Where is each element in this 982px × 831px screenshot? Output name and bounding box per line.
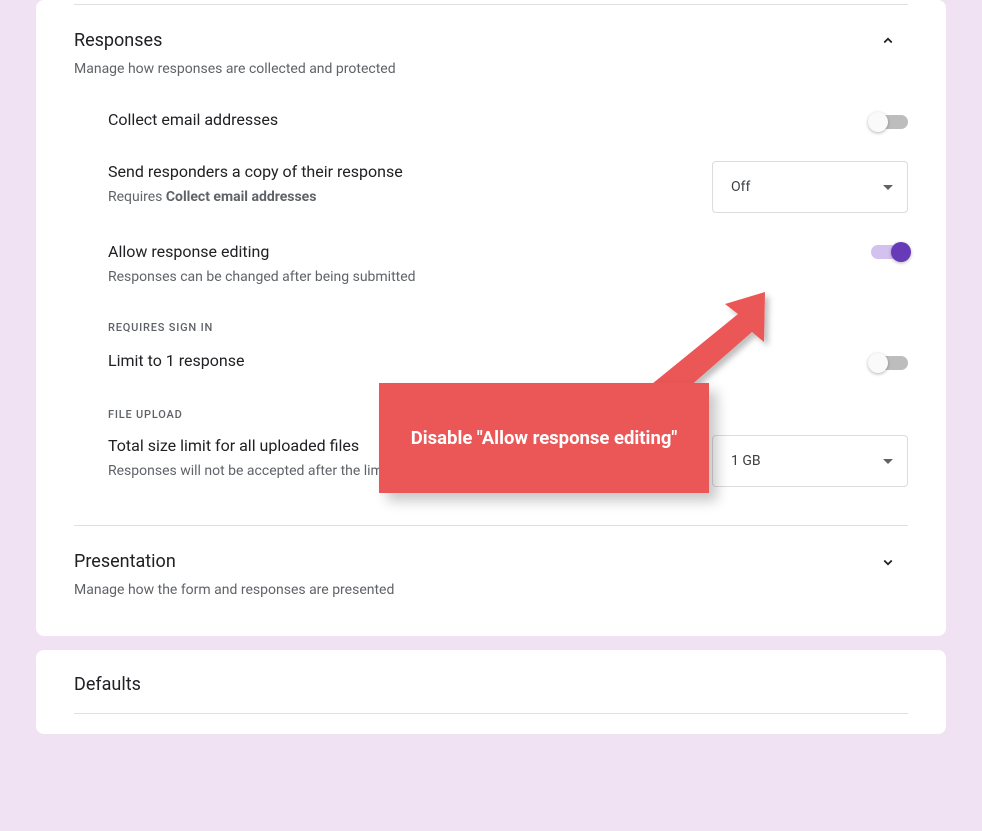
section-desc: Manage how responses are collected and p… [74,59,878,79]
dropdown-size-limit[interactable]: 1 GB [712,435,908,487]
annotation-callout: Disable "Allow response editing" [379,383,709,493]
sub: Requires Collect email addresses [108,187,700,207]
setting-allow-edit: Allow response editing Responses can be … [74,227,908,301]
setting-collect-email: Collect email addresses [74,93,908,147]
section-desc: Manage how the form and responses are pr… [74,580,878,600]
section-responses-header[interactable]: Responses Manage how responses are colle… [60,5,922,87]
chevron-down-icon [878,552,898,572]
annotation-text: Disable "Allow response editing" [411,427,678,449]
sub: Responses can be changed after being sub… [108,267,859,287]
toggle-allow-edit[interactable] [871,245,908,259]
section-title: Presentation [74,550,878,574]
chevron-up-icon [878,31,898,51]
setting-send-copy: Send responders a copy of their response… [74,147,908,227]
label: Allow response editing [108,241,859,263]
caret-down-icon [883,185,893,190]
toggle-collect-email[interactable] [871,115,908,129]
label: Limit to 1 response [108,350,859,372]
section-presentation-header[interactable]: Presentation Manage how the form and res… [60,526,922,624]
caret-down-icon [883,459,893,464]
section-title: Responses [74,29,878,53]
settings-card: Responses Manage how responses are colle… [36,0,946,636]
subhead-signin: REQUIRES SIGN IN [74,301,908,334]
divider [74,713,908,714]
dropdown-value: 1 GB [731,453,761,469]
label: Collect email addresses [108,109,859,131]
dropdown-value: Off [731,179,750,195]
section-title: Defaults [60,670,922,713]
dropdown-send-copy[interactable]: Off [712,161,908,213]
defaults-card: Defaults [36,650,946,734]
setting-limit-1: Limit to 1 response [74,334,908,388]
toggle-limit-1[interactable] [871,356,908,370]
label: Send responders a copy of their response [108,161,700,183]
